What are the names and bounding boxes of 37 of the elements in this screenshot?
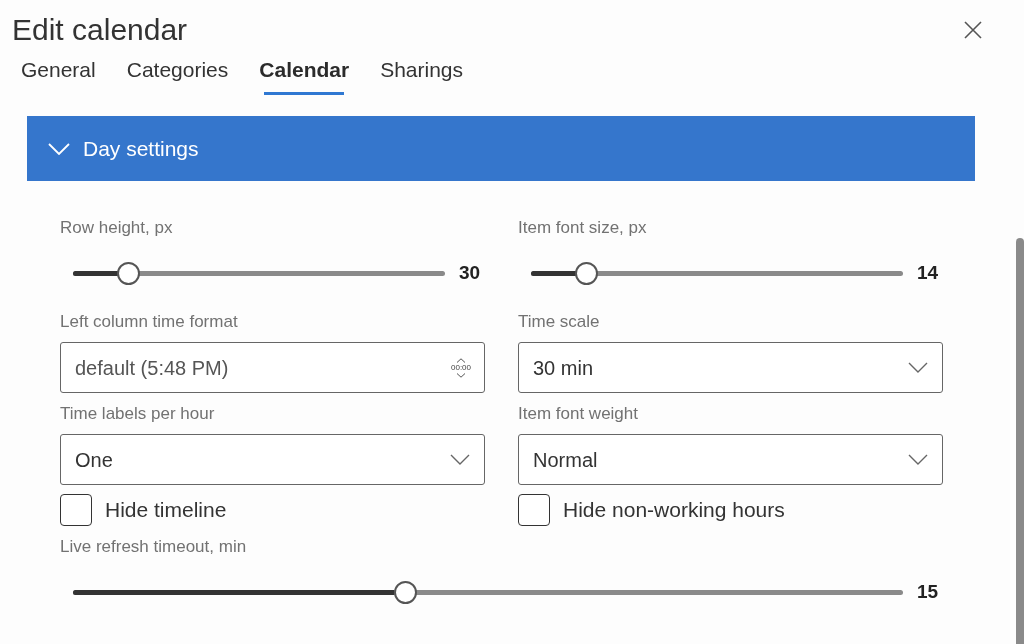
dialog-title: Edit calendar <box>12 12 188 48</box>
field-label: Time labels per hour <box>60 403 215 425</box>
slider-thumb[interactable] <box>393 580 417 604</box>
tab[interactable]: Categories <box>126 56 229 95</box>
time-input-field[interactable]: default (5:48 PM) 00:00 <box>60 342 485 393</box>
field-label: Live refresh timeout, min <box>60 536 247 558</box>
slider-value: 15 <box>917 580 940 604</box>
slider-thumb[interactable] <box>117 261 141 285</box>
section-header[interactable]: Day settings <box>27 116 975 181</box>
checkbox[interactable] <box>60 494 92 526</box>
slider-thumb[interactable] <box>575 261 599 285</box>
chevron-down-icon <box>48 142 70 155</box>
checkbox-label: Hide timeline <box>105 497 227 524</box>
field-label: Item font size, px <box>518 217 647 239</box>
slider-value: 14 <box>917 261 940 285</box>
checkbox-label: Hide non-working hours <box>563 497 785 524</box>
tab[interactable]: Sharings <box>380 56 464 95</box>
checkbox[interactable] <box>518 494 550 526</box>
chevron-down-icon <box>450 454 470 465</box>
field-label: Left column time format <box>60 311 238 333</box>
dropdown[interactable]: Normal <box>518 434 943 485</box>
chevron-down-icon <box>908 454 928 465</box>
chevron-up-icon <box>456 357 466 363</box>
dropdown[interactable]: One <box>60 434 485 485</box>
slider-value: 30 <box>459 261 482 285</box>
field-label: Item font weight <box>518 403 638 425</box>
tab[interactable]: General <box>21 56 96 95</box>
chevron-down-icon <box>456 372 466 378</box>
field-label: Time scale <box>518 311 600 333</box>
time-spinner[interactable]: 00:00 <box>450 357 472 378</box>
close-icon <box>964 21 982 39</box>
scrollbar-thumb[interactable] <box>1016 238 1024 644</box>
dropdown[interactable]: 30 min <box>518 342 943 393</box>
field-value: default (5:48 PM) <box>75 355 229 381</box>
field-label: Row height, px <box>60 217 173 239</box>
chevron-down-icon <box>908 362 928 373</box>
tab[interactable]: Calendar <box>259 56 350 95</box>
